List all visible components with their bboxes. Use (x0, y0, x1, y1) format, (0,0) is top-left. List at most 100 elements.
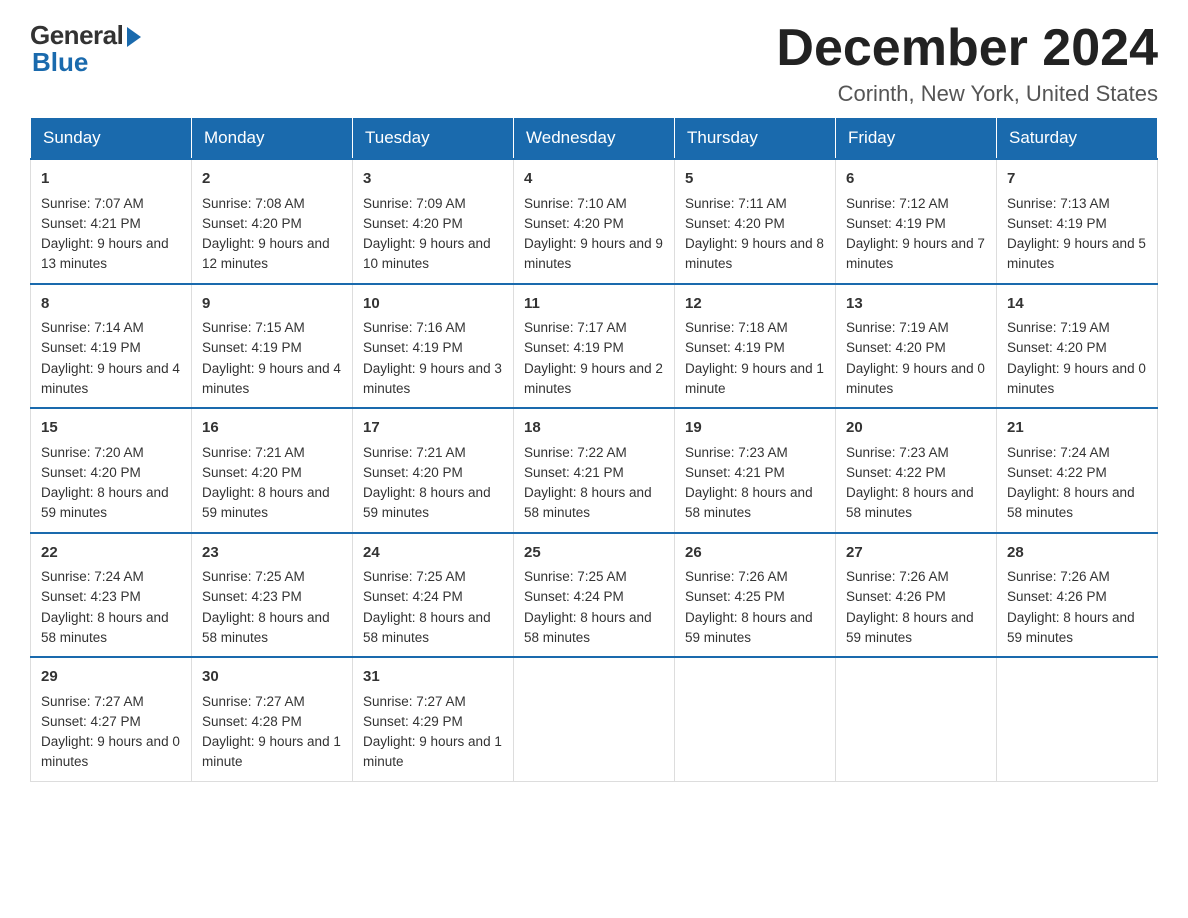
day-number: 8 (41, 293, 181, 316)
sunset-label: Sunset: 4:21 PM (41, 216, 141, 231)
table-row: 29 Sunrise: 7:27 AM Sunset: 4:27 PM Dayl… (31, 657, 192, 781)
day-number: 25 (524, 542, 664, 565)
sunrise-label: Sunrise: 7:14 AM (41, 320, 144, 335)
sunset-label: Sunset: 4:19 PM (1007, 216, 1107, 231)
day-number: 24 (363, 542, 503, 565)
table-row (997, 657, 1158, 781)
calendar-week-row: 22 Sunrise: 7:24 AM Sunset: 4:23 PM Dayl… (31, 533, 1158, 658)
sunrise-label: Sunrise: 7:21 AM (202, 445, 305, 460)
daylight-label: Daylight: 8 hours and 58 minutes (41, 610, 169, 645)
table-row: 30 Sunrise: 7:27 AM Sunset: 4:28 PM Dayl… (192, 657, 353, 781)
day-number: 31 (363, 666, 503, 689)
sunrise-label: Sunrise: 7:20 AM (41, 445, 144, 460)
sunset-label: Sunset: 4:20 PM (685, 216, 785, 231)
daylight-label: Daylight: 8 hours and 58 minutes (846, 485, 974, 520)
day-number: 22 (41, 542, 181, 565)
location-text: Corinth, New York, United States (776, 81, 1158, 107)
sunset-label: Sunset: 4:24 PM (363, 589, 463, 604)
sunrise-label: Sunrise: 7:27 AM (41, 694, 144, 709)
sunrise-label: Sunrise: 7:26 AM (685, 569, 788, 584)
sunset-label: Sunset: 4:19 PM (363, 340, 463, 355)
table-row: 28 Sunrise: 7:26 AM Sunset: 4:26 PM Dayl… (997, 533, 1158, 658)
daylight-label: Daylight: 9 hours and 5 minutes (1007, 236, 1146, 271)
sunrise-label: Sunrise: 7:25 AM (202, 569, 305, 584)
table-row: 2 Sunrise: 7:08 AM Sunset: 4:20 PM Dayli… (192, 159, 353, 284)
day-number: 3 (363, 168, 503, 191)
daylight-label: Daylight: 8 hours and 58 minutes (1007, 485, 1135, 520)
sunset-label: Sunset: 4:25 PM (685, 589, 785, 604)
sunrise-label: Sunrise: 7:25 AM (363, 569, 466, 584)
sunset-label: Sunset: 4:20 PM (363, 216, 463, 231)
table-row: 3 Sunrise: 7:09 AM Sunset: 4:20 PM Dayli… (353, 159, 514, 284)
header-saturday: Saturday (997, 118, 1158, 160)
daylight-label: Daylight: 9 hours and 4 minutes (41, 361, 180, 396)
header-friday: Friday (836, 118, 997, 160)
table-row (514, 657, 675, 781)
table-row: 25 Sunrise: 7:25 AM Sunset: 4:24 PM Dayl… (514, 533, 675, 658)
table-row: 20 Sunrise: 7:23 AM Sunset: 4:22 PM Dayl… (836, 408, 997, 533)
sunrise-label: Sunrise: 7:27 AM (363, 694, 466, 709)
table-row: 24 Sunrise: 7:25 AM Sunset: 4:24 PM Dayl… (353, 533, 514, 658)
table-row: 16 Sunrise: 7:21 AM Sunset: 4:20 PM Dayl… (192, 408, 353, 533)
sunset-label: Sunset: 4:20 PM (846, 340, 946, 355)
sunset-label: Sunset: 4:23 PM (202, 589, 302, 604)
day-number: 17 (363, 417, 503, 440)
month-title: December 2024 (776, 20, 1158, 77)
daylight-label: Daylight: 8 hours and 58 minutes (363, 610, 491, 645)
day-number: 13 (846, 293, 986, 316)
calendar-week-row: 8 Sunrise: 7:14 AM Sunset: 4:19 PM Dayli… (31, 284, 1158, 409)
calendar-table: Sunday Monday Tuesday Wednesday Thursday… (30, 117, 1158, 782)
table-row: 21 Sunrise: 7:24 AM Sunset: 4:22 PM Dayl… (997, 408, 1158, 533)
sunrise-label: Sunrise: 7:19 AM (1007, 320, 1110, 335)
day-number: 26 (685, 542, 825, 565)
day-number: 4 (524, 168, 664, 191)
sunset-label: Sunset: 4:22 PM (846, 465, 946, 480)
sunrise-label: Sunrise: 7:19 AM (846, 320, 949, 335)
header-monday: Monday (192, 118, 353, 160)
sunset-label: Sunset: 4:19 PM (202, 340, 302, 355)
sunrise-label: Sunrise: 7:26 AM (846, 569, 949, 584)
sunrise-label: Sunrise: 7:27 AM (202, 694, 305, 709)
sunrise-label: Sunrise: 7:13 AM (1007, 196, 1110, 211)
sunrise-label: Sunrise: 7:10 AM (524, 196, 627, 211)
day-number: 30 (202, 666, 342, 689)
sunset-label: Sunset: 4:23 PM (41, 589, 141, 604)
sunrise-label: Sunrise: 7:24 AM (1007, 445, 1110, 460)
day-number: 9 (202, 293, 342, 316)
sunrise-label: Sunrise: 7:23 AM (846, 445, 949, 460)
day-number: 28 (1007, 542, 1147, 565)
sunset-label: Sunset: 4:22 PM (1007, 465, 1107, 480)
daylight-label: Daylight: 9 hours and 1 minute (363, 734, 502, 769)
day-number: 21 (1007, 417, 1147, 440)
daylight-label: Daylight: 9 hours and 12 minutes (202, 236, 330, 271)
sunrise-label: Sunrise: 7:21 AM (363, 445, 466, 460)
table-row: 12 Sunrise: 7:18 AM Sunset: 4:19 PM Dayl… (675, 284, 836, 409)
daylight-label: Daylight: 8 hours and 58 minutes (524, 485, 652, 520)
sunset-label: Sunset: 4:26 PM (1007, 589, 1107, 604)
sunset-label: Sunset: 4:21 PM (524, 465, 624, 480)
daylight-label: Daylight: 8 hours and 59 minutes (685, 610, 813, 645)
table-row: 8 Sunrise: 7:14 AM Sunset: 4:19 PM Dayli… (31, 284, 192, 409)
table-row: 26 Sunrise: 7:26 AM Sunset: 4:25 PM Dayl… (675, 533, 836, 658)
daylight-label: Daylight: 9 hours and 3 minutes (363, 361, 502, 396)
daylight-label: Daylight: 8 hours and 59 minutes (1007, 610, 1135, 645)
table-row: 23 Sunrise: 7:25 AM Sunset: 4:23 PM Dayl… (192, 533, 353, 658)
daylight-label: Daylight: 9 hours and 7 minutes (846, 236, 985, 271)
daylight-label: Daylight: 8 hours and 59 minutes (202, 485, 330, 520)
table-row: 10 Sunrise: 7:16 AM Sunset: 4:19 PM Dayl… (353, 284, 514, 409)
table-row: 18 Sunrise: 7:22 AM Sunset: 4:21 PM Dayl… (514, 408, 675, 533)
sunset-label: Sunset: 4:27 PM (41, 714, 141, 729)
daylight-label: Daylight: 9 hours and 10 minutes (363, 236, 491, 271)
daylight-label: Daylight: 9 hours and 4 minutes (202, 361, 341, 396)
table-row: 1 Sunrise: 7:07 AM Sunset: 4:21 PM Dayli… (31, 159, 192, 284)
day-number: 14 (1007, 293, 1147, 316)
calendar-week-row: 1 Sunrise: 7:07 AM Sunset: 4:21 PM Dayli… (31, 159, 1158, 284)
table-row: 4 Sunrise: 7:10 AM Sunset: 4:20 PM Dayli… (514, 159, 675, 284)
sunset-label: Sunset: 4:19 PM (41, 340, 141, 355)
daylight-label: Daylight: 8 hours and 59 minutes (363, 485, 491, 520)
day-number: 11 (524, 293, 664, 316)
daylight-label: Daylight: 9 hours and 1 minute (685, 361, 824, 396)
sunset-label: Sunset: 4:20 PM (202, 216, 302, 231)
table-row: 31 Sunrise: 7:27 AM Sunset: 4:29 PM Dayl… (353, 657, 514, 781)
table-row: 19 Sunrise: 7:23 AM Sunset: 4:21 PM Dayl… (675, 408, 836, 533)
